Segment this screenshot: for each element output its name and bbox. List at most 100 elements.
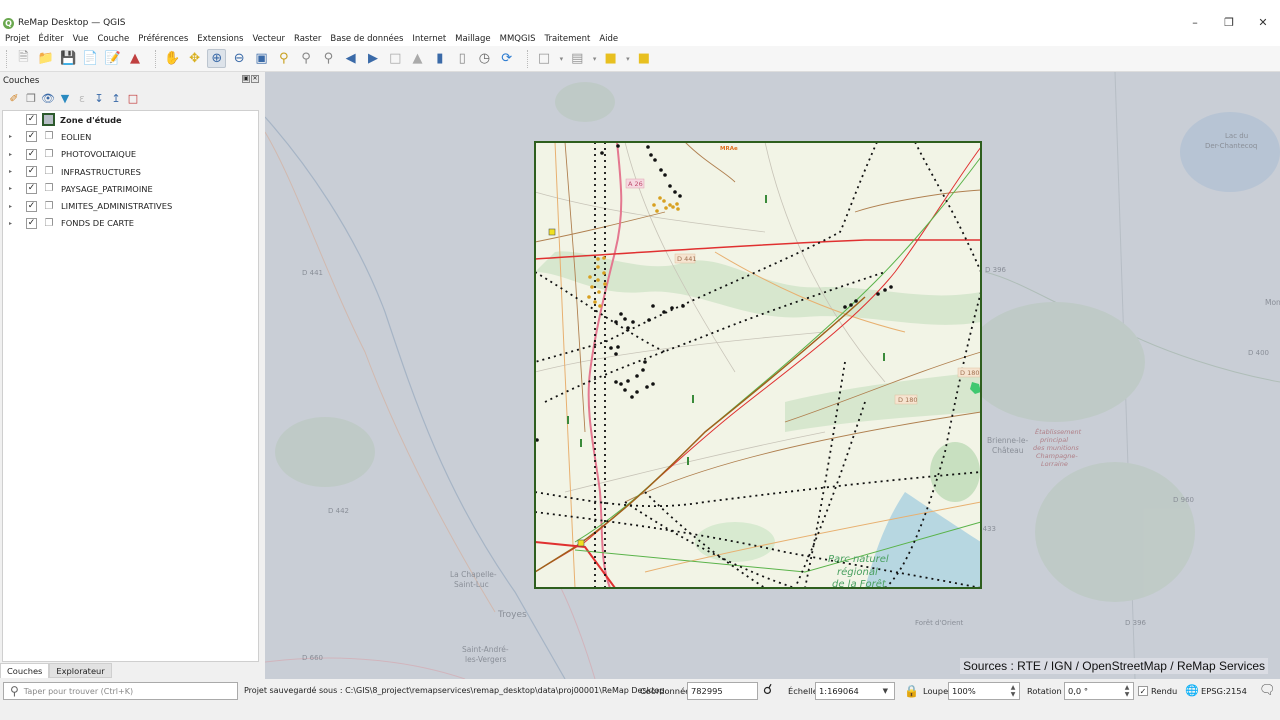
messages-icon[interactable]: 🗨 bbox=[1259, 679, 1276, 703]
render-checkbox[interactable]: ✓ bbox=[1138, 686, 1148, 696]
pan-to-selection-button[interactable]: ✥ bbox=[185, 49, 204, 68]
close-panel-button[interactable]: ✕ bbox=[251, 75, 259, 83]
menu-preferences[interactable]: Préférences bbox=[138, 34, 188, 44]
tab-explorateur[interactable]: Explorateur bbox=[49, 663, 112, 678]
rotation-spinbox[interactable]: 0,0 ° ▲ ▼ bbox=[1064, 682, 1134, 700]
menu-extensions[interactable]: Extensions bbox=[197, 34, 243, 44]
expand-arrow-icon[interactable]: ▸ bbox=[9, 185, 17, 192]
remove-layer-icon[interactable]: □ bbox=[125, 91, 141, 107]
mouse-toggle-icon[interactable]: ☌ bbox=[763, 679, 772, 703]
layer-visibility-checkbox[interactable]: ✓ bbox=[26, 217, 37, 229]
menu-couche[interactable]: Couche bbox=[97, 34, 129, 44]
expand-all-icon[interactable]: ↧ bbox=[91, 91, 107, 107]
coordinate-field[interactable]: 782995 6806732 bbox=[687, 682, 758, 712]
close-button[interactable]: ✕ bbox=[1246, 14, 1280, 32]
tab-couches[interactable]: Couches bbox=[0, 663, 50, 678]
spin-arrows-icon[interactable]: ▲ ▼ bbox=[1122, 684, 1132, 698]
crs-button[interactable]: EPSG:2154 bbox=[1201, 679, 1247, 703]
deselect-all-button[interactable]: ■ bbox=[601, 49, 620, 68]
zoom-out-button[interactable]: ⊖ bbox=[230, 49, 249, 68]
show-spatial-bookmarks-button[interactable]: ▯ bbox=[453, 49, 472, 68]
new-map-view-button[interactable]: □ bbox=[386, 49, 405, 68]
filter-expression-icon[interactable]: ε bbox=[74, 91, 90, 107]
zoom-in-button[interactable]: ⊕ bbox=[207, 49, 227, 68]
expand-arrow-icon[interactable]: ▸ bbox=[9, 168, 17, 175]
expand-arrow-icon[interactable]: ▸ bbox=[9, 151, 17, 158]
layout-manager-button[interactable]: 📝 bbox=[103, 49, 122, 68]
layer-visibility-checkbox[interactable]: ✓ bbox=[26, 166, 37, 178]
map-canvas[interactable]: D 441 D 442 D 660 D 396 D 400 D 960 D 43… bbox=[265, 72, 1280, 679]
menu-base-de-donnees[interactable]: Base de données bbox=[330, 34, 403, 44]
expand-arrow-icon[interactable]: ▸ bbox=[9, 133, 17, 140]
menu-aide[interactable]: Aide bbox=[599, 34, 618, 44]
refresh-button[interactable]: ⟳ bbox=[497, 49, 516, 68]
zoom-next-button[interactable]: ▶ bbox=[363, 49, 382, 68]
layer-group-icon: ❐ bbox=[44, 200, 54, 212]
layer-group-paysage-patrimoine[interactable]: ▸ ✓ ❐ PAYSAGE_PATRIMOINE bbox=[3, 180, 258, 197]
layer-visibility-checkbox[interactable]: ✓ bbox=[26, 200, 37, 212]
layer-visibility-checkbox[interactable]: ✓ bbox=[26, 131, 37, 143]
layer-tree: ✓ Zone d'étude ▸ ✓ ❐ EOLIEN ▸ ✓ ❐ PHOTOV… bbox=[2, 110, 259, 662]
spin-arrows-icon[interactable]: ▲ ▼ bbox=[1008, 684, 1018, 698]
identify-features-button[interactable]: ■ bbox=[634, 49, 653, 68]
menu-mmqgis[interactable]: MMQGIS bbox=[500, 34, 536, 44]
layer-group-eolien[interactable]: ▸ ✓ ❐ EOLIEN bbox=[3, 128, 258, 145]
visibility-icon[interactable]: 👁 bbox=[40, 91, 56, 107]
menu-raster[interactable]: Raster bbox=[294, 34, 321, 44]
new-3d-map-view-button[interactable]: ▲ bbox=[408, 49, 427, 68]
new-print-layout-button[interactable]: 📄 bbox=[81, 49, 100, 68]
menu-vecteur[interactable]: Vecteur bbox=[252, 34, 285, 44]
search-placeholder: Taper pour trouver (Ctrl+K) bbox=[23, 686, 134, 696]
layer-name: PHOTOVOLTAIQUE bbox=[61, 149, 137, 160]
minimize-button[interactable]: – bbox=[1178, 14, 1212, 32]
attribute-table-button[interactable]: ▤ bbox=[568, 49, 587, 68]
forest-patch bbox=[695, 522, 775, 562]
locator-search-input[interactable]: ⚲ Taper pour trouver (Ctrl+K) bbox=[3, 682, 238, 700]
select-features-button[interactable]: □ bbox=[535, 49, 554, 68]
select-dropdown[interactable]: ▾ bbox=[557, 49, 566, 68]
save-project-button[interactable]: 💾 bbox=[59, 49, 78, 68]
menu-traitement[interactable]: Traitement bbox=[545, 34, 591, 44]
layer-group-limites-administratives[interactable]: ▸ ✓ ❐ LIMITES_ADMINISTRATIVES bbox=[3, 197, 258, 214]
layer-item-zone-etude[interactable]: ✓ Zone d'étude bbox=[3, 111, 258, 128]
new-3d-view-icon: ▲ bbox=[412, 51, 423, 66]
menu-vue[interactable]: Vue bbox=[73, 34, 89, 44]
scale-combobox[interactable]: 1:169064 ▼ bbox=[815, 682, 895, 700]
magnifier-spinbox[interactable]: 100% ▲ ▼ bbox=[948, 682, 1020, 700]
globe-icon[interactable]: 🌐 bbox=[1185, 679, 1199, 703]
style-manager-button[interactable]: ▲ bbox=[125, 49, 144, 68]
maximize-button[interactable]: ❐ bbox=[1212, 14, 1246, 32]
zoom-last-button[interactable]: ◀ bbox=[341, 49, 360, 68]
filter-icon[interactable]: ▼ bbox=[57, 91, 73, 107]
zoom-to-layer-button[interactable]: ⚲ bbox=[297, 49, 316, 68]
add-group-icon[interactable]: ❐ bbox=[23, 91, 39, 107]
expand-arrow-icon[interactable]: ▸ bbox=[9, 203, 17, 210]
zoom-native-button[interactable]: ⚲ bbox=[319, 49, 338, 68]
zoom-full-button[interactable]: ▣ bbox=[252, 49, 271, 68]
layer-visibility-checkbox[interactable]: ✓ bbox=[26, 114, 37, 126]
collapse-all-icon[interactable]: ↥ bbox=[108, 91, 124, 107]
float-panel-button[interactable]: ▣ bbox=[242, 75, 250, 83]
expand-arrow-icon[interactable]: ▸ bbox=[9, 220, 17, 227]
menu-editer[interactable]: Éditer bbox=[38, 34, 63, 44]
layer-visibility-checkbox[interactable]: ✓ bbox=[26, 183, 37, 195]
lock-icon[interactable]: 🔒 bbox=[904, 679, 919, 703]
deselect-dropdown[interactable]: ▾ bbox=[623, 49, 632, 68]
menu-projet[interactable]: Projet bbox=[5, 34, 29, 44]
road-label: D 396 bbox=[1125, 619, 1147, 627]
layer-group-fonds-de-carte[interactable]: ▸ ✓ ❐ FONDS DE CARTE bbox=[3, 215, 258, 232]
layer-group-infrastructures[interactable]: ▸ ✓ ❐ INFRASTRUCTURES bbox=[3, 163, 258, 180]
temporal-controller-button[interactable]: ◷ bbox=[475, 49, 494, 68]
new-project-button[interactable]: 🗎 bbox=[14, 49, 33, 68]
layer-visibility-checkbox[interactable]: ✓ bbox=[26, 148, 37, 160]
layer-group-photovoltaique[interactable]: ▸ ✓ ❐ PHOTOVOLTAIQUE bbox=[3, 146, 258, 163]
style-panel-icon[interactable]: ✐ bbox=[6, 91, 22, 107]
toolbar-handle[interactable] bbox=[6, 49, 7, 68]
open-project-button[interactable]: 📁 bbox=[36, 49, 55, 68]
pan-map-button[interactable]: ✋ bbox=[163, 49, 182, 68]
menu-maillage[interactable]: Maillage bbox=[455, 34, 490, 44]
new-spatial-bookmark-button[interactable]: ▮ bbox=[430, 49, 449, 68]
zoom-to-selection-button[interactable]: ⚲ bbox=[274, 49, 293, 68]
menu-internet[interactable]: Internet bbox=[412, 34, 446, 44]
table-dropdown[interactable]: ▾ bbox=[590, 49, 599, 68]
